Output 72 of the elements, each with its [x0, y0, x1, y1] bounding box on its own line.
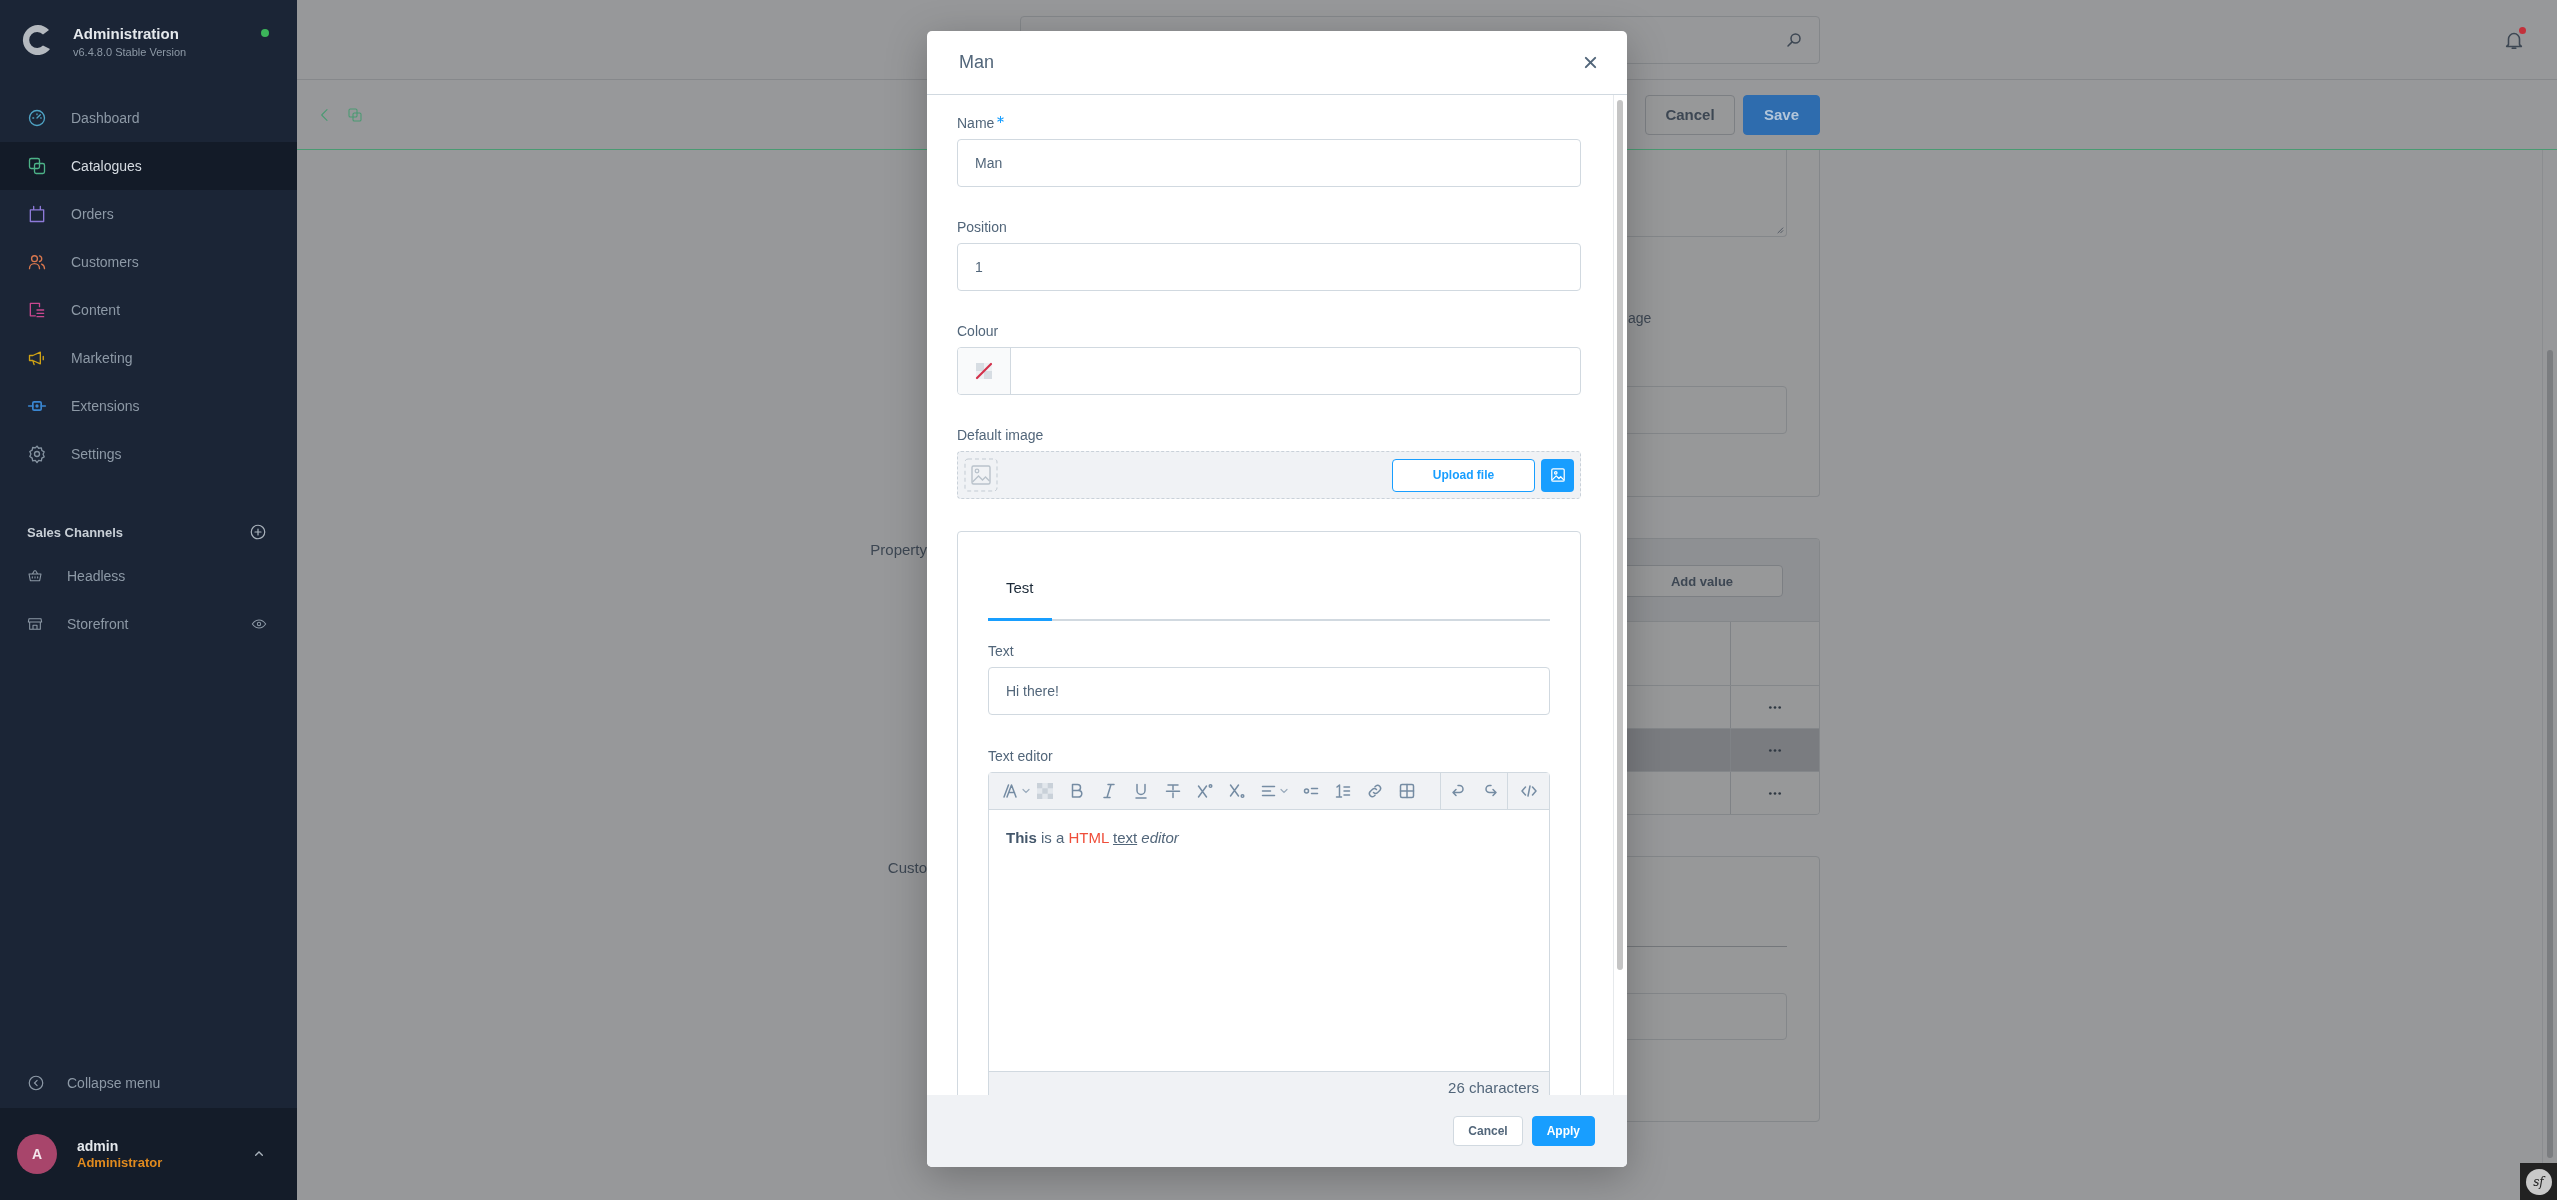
- nav-item[interactable]: Settings: [0, 430, 297, 478]
- field-label: Position: [957, 219, 1007, 235]
- image-upload-field[interactable]: Upload file: [957, 451, 1581, 499]
- text-field[interactable]: 1: [957, 243, 1581, 291]
- numbered-list-icon[interactable]: [1334, 782, 1352, 800]
- nav-item[interactable]: Extensions: [0, 382, 297, 430]
- apply-button[interactable]: Apply: [1531, 1116, 1595, 1146]
- text-style-icon[interactable]: [1002, 782, 1020, 800]
- character-count: 26 characters: [1448, 1080, 1539, 1095]
- caret-icon[interactable]: [1022, 787, 1030, 795]
- user-role: Administrator: [77, 1154, 163, 1171]
- field-label: Text editor: [988, 748, 1053, 764]
- checker-icon[interactable]: [1036, 782, 1054, 800]
- ellipsis-icon[interactable]: [1768, 747, 1782, 753]
- nav-item[interactable]: Catalogues: [0, 142, 297, 190]
- nav-item[interactable]: Marketing: [0, 334, 297, 382]
- basket-icon: [27, 568, 43, 584]
- eye-icon[interactable]: [251, 616, 267, 632]
- user-panel[interactable]: A admin Administrator: [0, 1108, 297, 1200]
- table-icon[interactable]: [1398, 782, 1416, 800]
- nav-item[interactable]: Dashboard: [0, 94, 297, 142]
- text-field[interactable]: Hi there!: [988, 667, 1550, 715]
- sales-channel-item[interactable]: Storefront: [0, 600, 297, 648]
- link-icon[interactable]: [1366, 782, 1384, 800]
- strikethrough-icon[interactable]: [1164, 782, 1182, 800]
- resize-handle-icon[interactable]: [1775, 225, 1784, 234]
- version-label: v6.4.8.0 Stable Version: [73, 45, 187, 59]
- sales-channel-item[interactable]: Headless: [0, 552, 297, 600]
- ellipsis-icon[interactable]: [1768, 704, 1782, 710]
- user-name: admin: [77, 1137, 120, 1155]
- store-icon: [27, 616, 43, 632]
- text-field[interactable]: Man: [957, 139, 1581, 187]
- tab[interactable]: Test: [988, 561, 1052, 621]
- superscript-icon[interactable]: [1196, 782, 1214, 800]
- app-title: Administration: [73, 25, 180, 43]
- section-title: Custo: [886, 858, 927, 878]
- italic-icon[interactable]: [1100, 782, 1118, 800]
- field-label: Text: [988, 643, 1014, 659]
- media-button[interactable]: [1541, 458, 1574, 492]
- field-label: Default image: [957, 427, 1044, 443]
- editor-text: This is a HTML text editor: [1006, 830, 1180, 846]
- nav-item[interactable]: Customers: [0, 238, 297, 286]
- close-icon[interactable]: [1584, 56, 1597, 69]
- image-placeholder-icon: [964, 458, 998, 492]
- add-icon[interactable]: [249, 523, 267, 541]
- swatch-button[interactable]: [958, 348, 1011, 394]
- scrollbar[interactable]: [2547, 350, 2553, 1158]
- underline-icon[interactable]: [1132, 782, 1150, 800]
- colour-field[interactable]: [957, 347, 1581, 395]
- section-heading: Sales Channels: [27, 524, 124, 540]
- cancel-button[interactable]: Cancel: [1645, 94, 1735, 135]
- avatar: A: [17, 1134, 57, 1174]
- section-title: Property: [869, 540, 927, 560]
- cancel-button[interactable]: Cancel: [1453, 1116, 1523, 1146]
- subscript-icon[interactable]: [1228, 782, 1246, 800]
- upload-button[interactable]: Upload file: [1392, 458, 1535, 492]
- option-label: age: [1628, 310, 1652, 326]
- collapse-icon: [27, 1074, 45, 1092]
- caret-icon[interactable]: [1280, 787, 1288, 795]
- search-icon[interactable]: [1785, 30, 1803, 49]
- ellipsis-icon[interactable]: [1768, 790, 1782, 796]
- code-icon[interactable]: [1519, 782, 1538, 800]
- save-button[interactable]: Save: [1743, 94, 1820, 135]
- field-label: Name: [957, 115, 995, 131]
- image-icon: [1549, 467, 1566, 483]
- scrollbar[interactable]: [1617, 100, 1623, 970]
- no-colour-icon: [974, 361, 994, 381]
- field-label: Colour: [957, 323, 999, 339]
- nav-item[interactable]: Orders: [0, 190, 297, 238]
- collapse-menu-item[interactable]: Collapse menu: [0, 1058, 297, 1108]
- dialog-title: Man: [959, 52, 994, 73]
- nav-item[interactable]: Content: [0, 286, 297, 334]
